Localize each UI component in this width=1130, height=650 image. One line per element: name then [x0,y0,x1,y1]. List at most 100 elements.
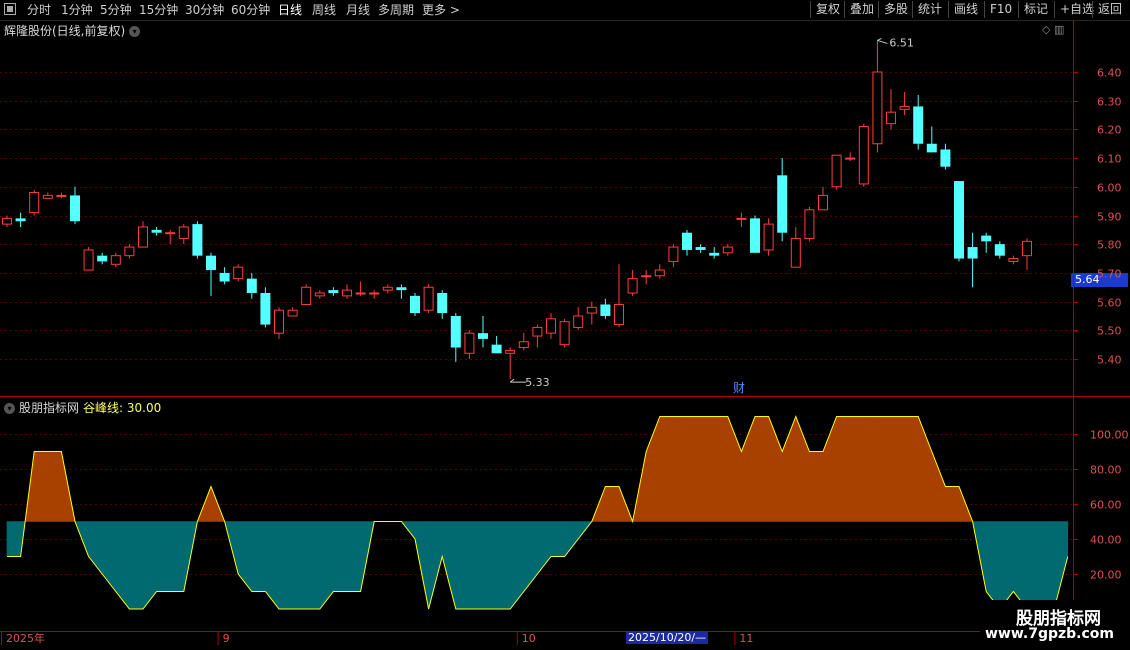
price-tick-label: 5.40 [1097,354,1122,367]
candle [818,186,828,211]
candle-body [573,315,584,328]
candle-body [546,318,556,334]
candle-body [654,269,665,277]
candle-body [301,286,312,305]
candle [954,181,964,262]
candle [994,241,1005,259]
candle [532,324,543,348]
candle [151,226,162,236]
candle-body [777,175,788,233]
candle [328,287,339,296]
candle [437,290,448,319]
candle-body [219,272,230,282]
candle [736,212,747,227]
high-label: 6.51 [889,36,914,49]
price-tick-label: 6.40 [1097,67,1122,80]
candle [314,290,325,299]
price-tick-label: 6.30 [1097,96,1122,109]
time-label: 9 [223,632,230,645]
price-tick-label: 6.20 [1097,124,1122,137]
candle [423,284,434,314]
candle-body [790,237,801,268]
indicator-tick-label: 40.00 [1090,534,1122,547]
low-arrow [509,378,527,383]
candle-body [382,286,393,291]
candle-body [56,194,67,197]
candle [899,92,910,116]
candle-body [831,154,842,188]
candle [56,192,67,199]
candle [1008,255,1019,265]
candle-body [763,223,774,251]
candle-body [709,252,720,256]
candle-body [641,275,652,278]
indicator-tick-label: 100.00 [1090,429,1129,442]
candle [940,143,951,170]
candle [559,318,570,348]
candle [641,270,652,285]
candle-body [845,157,856,160]
candle [233,264,244,282]
candle [206,252,216,296]
candle-body [178,226,189,239]
candle-body [1022,240,1032,257]
candle-body [314,292,325,297]
candle [2,215,12,227]
candle-body [29,192,40,214]
candle [668,244,679,268]
watermark-url: www.7gpzb.com [985,626,1115,642]
candle-body [940,149,951,167]
candle-body [967,247,978,259]
candle [219,267,230,285]
candle-body [260,292,271,325]
candle [600,298,611,319]
candle [192,221,203,259]
candle-body [110,255,121,265]
candle-body [886,111,896,125]
candle [287,307,298,317]
candle-body [165,232,176,235]
candle [15,212,26,227]
candle-body [83,249,94,271]
candle-body [818,194,828,211]
candle [464,330,475,359]
candle [342,284,352,299]
candle-body [233,266,244,280]
candle-body [954,181,964,259]
candle [586,301,597,325]
candle [178,224,189,245]
candle-body [2,217,12,225]
candle-body [899,105,910,110]
candle-body [600,304,611,316]
candle [246,272,257,299]
high-arrow [877,37,888,44]
candle-body [274,309,284,334]
candle [491,336,502,354]
candle-body [994,244,1005,256]
price-tick-label: 6.10 [1097,153,1122,166]
candle [722,244,733,256]
candle [29,189,40,216]
candle-body [355,292,366,295]
indicator-tick-label: 80.00 [1090,464,1122,477]
candle [110,252,121,268]
candle-body [342,289,352,297]
candle-body [287,309,298,317]
candle-body [981,235,992,242]
kline-chart[interactable]: 6.40 6.30 6.20 6.10 6.00 5.90 5.80 5.70 5.60 5.50… [0,0,1130,650]
event-marker: 财 [733,381,745,395]
indicator-tick-label: 60.00 [1090,499,1122,512]
time-label: 10 [522,632,536,645]
candle [450,313,461,362]
candle [858,123,869,187]
candle [478,315,488,348]
time-label: 11 [739,632,753,645]
time-label: 2025年 [6,631,45,645]
candle [1022,238,1032,271]
price-tick-label: 5.70 [1097,268,1122,281]
candle-body [505,349,516,354]
candle-body [246,278,257,293]
indicator-tick-label: 20.00 [1090,569,1122,582]
candle [831,154,842,190]
candle-body [627,278,638,294]
